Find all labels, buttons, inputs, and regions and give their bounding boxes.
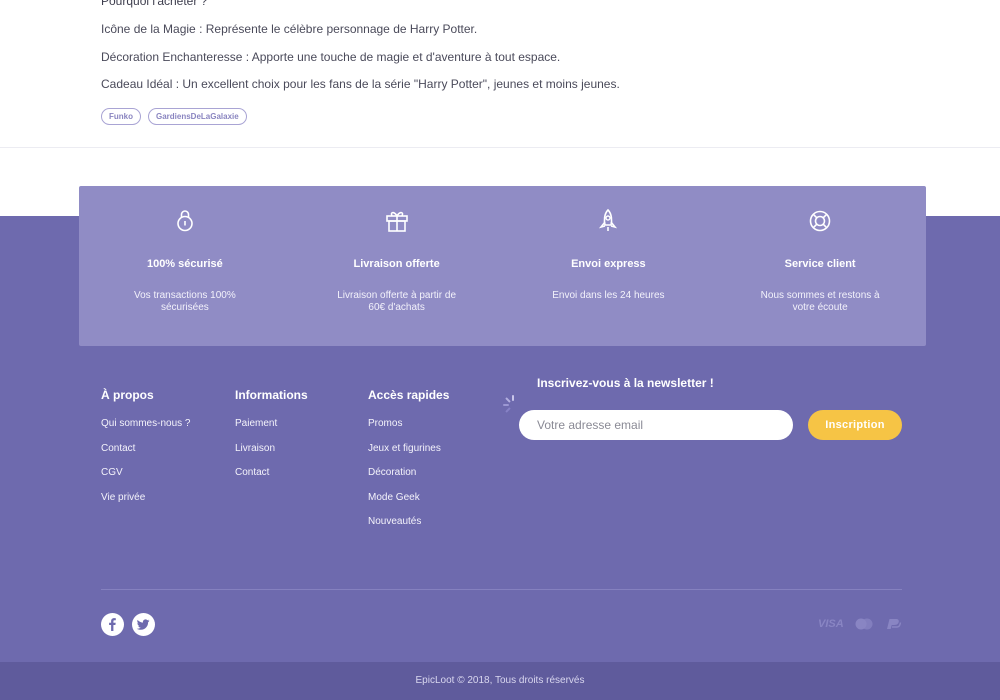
footer-link-contact-info[interactable]: Contact (235, 467, 308, 478)
footer-column-informations: Informations Paiement Livraison Contact (235, 388, 308, 492)
description-line: Décoration Enchanteresse : Apporte une t… (101, 50, 561, 64)
footer-link-games-figures[interactable]: Jeux et figurines (368, 443, 449, 454)
feature-title: 100% sécurisé (146, 258, 223, 270)
footer-divider (101, 589, 902, 590)
footer-column-quick-access: Accès rapides Promos Jeux et figurines D… (368, 388, 449, 541)
lifebuoy-icon (809, 210, 831, 232)
feature-text: Livraison offerte à partir de 60€ d'acha… (337, 290, 457, 313)
loading-spinner-icon (503, 395, 514, 413)
feature-title: Service client (784, 258, 856, 270)
gift-icon (385, 211, 408, 232)
mastercard-icon (855, 618, 873, 630)
paypal-icon (887, 619, 902, 629)
footer-link-new-arrivals[interactable]: Nouveautés (368, 516, 449, 527)
description-line: Cadeau Idéal : Un excellent choix pour l… (101, 77, 620, 91)
feature-text: Nous sommes et restons à votre écoute (760, 290, 880, 313)
twitter-link[interactable] (132, 613, 155, 636)
padlock-icon (177, 210, 193, 232)
rocket-icon (599, 208, 618, 231)
tag-gardiens-de-la-galaxie[interactable]: GardiensDeLaGalaxie (148, 108, 247, 125)
newsletter-email-input[interactable] (519, 410, 793, 440)
visa-logo: VISA (818, 618, 844, 630)
footer-link-payment[interactable]: Paiement (235, 418, 308, 429)
feature-customer-service: Service client Nous sommes et restons à … (714, 186, 926, 346)
feature-title: Livraison offerte (353, 258, 440, 270)
column-title: Accès rapides (368, 388, 450, 402)
twitter-icon (136, 619, 150, 630)
feature-title: Envoi express (571, 258, 646, 270)
feature-text: Envoi dans les 24 heures (552, 290, 665, 301)
footer-link-decoration[interactable]: Décoration (368, 467, 449, 478)
column-title: À propos (101, 388, 154, 402)
footer-link-promos[interactable]: Promos (368, 418, 449, 429)
footer-link-contact[interactable]: Contact (101, 443, 190, 454)
footer-link-cgv[interactable]: CGV (101, 467, 190, 478)
feature-text: Vos transactions 100% sécurisées (134, 290, 236, 313)
tag-list: Funko GardiensDeLaGalaxie (101, 108, 247, 125)
facebook-link[interactable] (101, 613, 124, 636)
product-description: Pourquoi l'acheter ? Icône de la Magie :… (0, 0, 1000, 148)
description-heading: Pourquoi l'acheter ? (101, 0, 208, 8)
footer-link-privacy[interactable]: Vie privée (101, 492, 190, 503)
column-title: Informations (235, 388, 308, 402)
tag-funko[interactable]: Funko (101, 108, 141, 125)
facebook-icon (109, 618, 116, 631)
feature-secure: 100% sécurisé Vos transactions 100% sécu… (79, 186, 291, 346)
copyright-bar: EpicLoot © 2018, Tous droits réservés (0, 662, 1000, 700)
description-line: Icône de la Magie : Représente le célèbr… (101, 22, 478, 36)
feature-free-delivery: Livraison offerte Livraison offerte à pa… (291, 186, 503, 346)
newsletter-title: Inscrivez-vous à la newsletter ! (537, 376, 714, 390)
features-band: 100% sécurisé Vos transactions 100% sécu… (79, 186, 926, 346)
copyright-text: EpicLoot © 2018, Tous droits réservés (415, 675, 585, 686)
footer-link-about-us[interactable]: Qui sommes-nous ? (101, 418, 190, 429)
newsletter-subscribe-button[interactable]: Inscription (808, 410, 902, 440)
feature-express: Envoi express Envoi dans les 24 heures (503, 186, 715, 346)
footer-link-geek-fashion[interactable]: Mode Geek (368, 492, 449, 503)
footer-link-delivery[interactable]: Livraison (235, 443, 308, 454)
footer-column-about: À propos Qui sommes-nous ? Contact CGV V… (101, 388, 190, 516)
